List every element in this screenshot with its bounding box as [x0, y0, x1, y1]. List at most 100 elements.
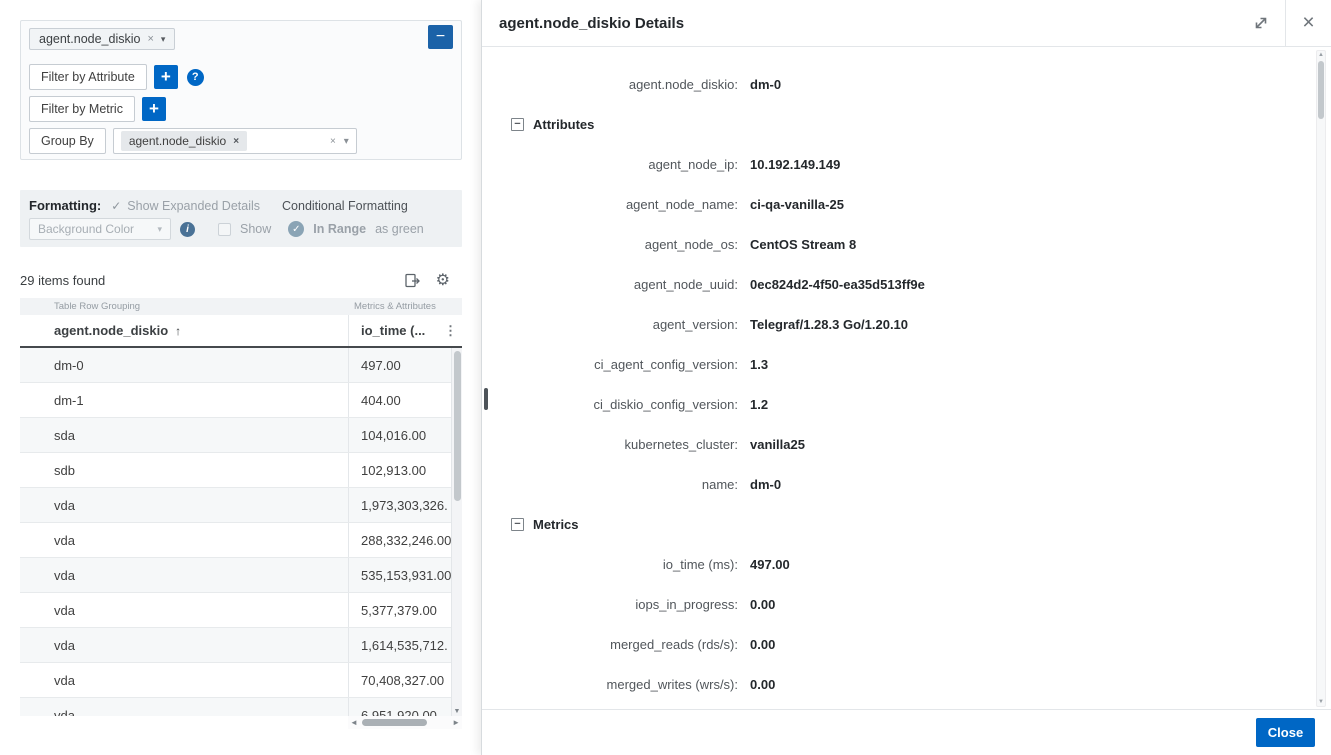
info-icon[interactable]: i — [180, 222, 195, 237]
group-by-chip[interactable]: agent.node_diskio × — [121, 131, 247, 151]
detail-label: name: — [482, 477, 738, 492]
gear-icon: ⚙ — [436, 270, 450, 290]
table-row[interactable]: vda1,614,535,712. — [20, 628, 462, 663]
column-header-grouping[interactable]: agent.node_diskio ↑ — [20, 315, 348, 346]
detail-value: 0.00 — [750, 637, 775, 652]
column-header-io-time[interactable]: io_time (... ⋮ — [348, 315, 462, 346]
row-value-cell: 288,332,246.00 — [348, 523, 462, 557]
show-expanded-details-toggle[interactable]: Show Expanded Details — [127, 199, 260, 213]
group-by-chip-label: agent.node_diskio — [129, 134, 226, 148]
attributes-section-header[interactable]: − Attributes — [482, 104, 1331, 144]
row-group-cell: vda — [20, 523, 348, 557]
table-row[interactable]: vda70,408,327.00 — [20, 663, 462, 698]
horizontal-scroll-thumb[interactable] — [362, 719, 427, 726]
chevron-down-icon: ▾ — [157, 224, 162, 235]
table-settings-button[interactable]: ⚙ — [436, 270, 450, 290]
collapse-query-button[interactable]: − — [428, 25, 453, 49]
details-panel: agent.node_diskio Details × agent.node_d… — [481, 0, 1331, 755]
collapse-section-icon[interactable]: − — [511, 518, 524, 531]
sort-ascending-icon[interactable]: ↑ — [175, 324, 181, 338]
detail-row: iops_in_progress:0.00 — [482, 584, 1331, 624]
table-row[interactable]: vda6,951,920.00 — [20, 698, 462, 716]
query-results-pane: agent.node_diskio × ▾ − Filter by Attrib… — [0, 0, 481, 755]
detail-label: agent_version: — [482, 317, 738, 332]
scroll-right-icon[interactable]: ► — [450, 718, 462, 727]
table-row[interactable]: vda5,377,379.00 — [20, 593, 462, 628]
results-summary-row: 29 items found ⚙ — [20, 270, 462, 290]
table-horizontal-scrollbar[interactable]: ◄ ► — [348, 716, 462, 729]
scroll-down-icon[interactable]: ▼ — [452, 708, 462, 715]
row-group-cell: sda — [20, 418, 348, 452]
show-checkbox[interactable] — [218, 223, 231, 236]
detail-row: agent_node_ip:10.192.149.149 — [482, 144, 1331, 184]
details-scrollbar-thumb[interactable] — [1318, 61, 1324, 119]
attributes-section-title: Attributes — [533, 117, 594, 132]
items-found-count: 29 items found — [20, 273, 404, 288]
entity-type-chip-label: agent.node_diskio — [39, 32, 140, 46]
table-vertical-scrollbar[interactable]: ▼ — [451, 348, 462, 716]
app-root: agent.node_diskio × ▾ − Filter by Attrib… — [0, 0, 1331, 755]
detail-row: ci_agent_config_version:1.3 — [482, 344, 1331, 384]
table-row[interactable]: vda535,153,931.00 — [20, 558, 462, 593]
horizontal-scroll-track[interactable] — [360, 718, 450, 727]
detail-row: io_time (ms):497.00 — [482, 544, 1331, 584]
formatting-label: Formatting: — [29, 198, 101, 213]
detail-value: ci-qa-vanilla-25 — [750, 197, 844, 212]
chevron-down-icon[interactable]: ▾ — [344, 136, 349, 147]
detail-value: 10.192.149.149 — [750, 157, 840, 172]
help-icon[interactable]: ? — [187, 69, 204, 86]
export-csv-button[interactable] — [404, 272, 421, 289]
table-row[interactable]: dm-1404.00 — [20, 383, 462, 418]
scroll-left-icon[interactable]: ◄ — [348, 718, 360, 727]
row-value-cell: 404.00 — [348, 383, 462, 417]
row-value-cell: 70,408,327.00 — [348, 663, 462, 697]
detail-label: agent_node_name: — [482, 197, 738, 212]
detail-value: 0ec824d2-4f50-ea35d513ff9e — [750, 277, 925, 292]
metrics-section-header[interactable]: − Metrics — [482, 504, 1331, 544]
remove-group-by-chip-icon[interactable]: × — [233, 136, 239, 147]
collapse-section-icon[interactable]: − — [511, 118, 524, 131]
row-value-cell: 497.00 — [348, 348, 462, 382]
add-attribute-filter-button[interactable]: + — [154, 65, 178, 89]
table-vertical-scrollbar-thumb[interactable] — [454, 351, 461, 501]
show-checkbox-label: Show — [240, 222, 271, 236]
as-green-label: as green — [375, 222, 424, 236]
column-menu-icon[interactable]: ⋮ — [444, 323, 457, 339]
detail-row: merged_reads (rds/s):0.00 — [482, 624, 1331, 664]
metrics-section-title: Metrics — [533, 517, 579, 532]
row-group-cell: dm-0 — [20, 348, 348, 382]
filter-by-metric-button[interactable]: Filter by Metric — [29, 96, 135, 122]
close-button[interactable]: Close — [1256, 718, 1315, 747]
check-icon: ✓ — [111, 199, 121, 213]
details-vertical-scrollbar[interactable]: ▲ ▼ — [1316, 50, 1326, 707]
row-group-cell: vda — [20, 628, 348, 662]
detail-value: dm-0 — [750, 77, 781, 92]
conditional-formatting-label[interactable]: Conditional Formatting — [282, 199, 408, 213]
scroll-up-icon[interactable]: ▲ — [1317, 52, 1325, 58]
entity-type-chip[interactable]: agent.node_diskio × ▾ — [29, 28, 175, 50]
detail-label: agent_node_uuid: — [482, 277, 738, 292]
clear-group-by-icon[interactable]: × — [330, 136, 336, 147]
group-by-button[interactable]: Group By — [29, 128, 106, 154]
in-range-check-icon[interactable]: ✓ — [288, 221, 304, 237]
table-band-header: Table Row Grouping Metrics & Attributes — [20, 298, 462, 315]
table-row[interactable]: sdb102,913.00 — [20, 453, 462, 488]
background-color-select[interactable]: Background Color ▾ — [29, 218, 171, 240]
scroll-down-icon[interactable]: ▼ — [1317, 699, 1325, 705]
table-row[interactable]: vda288,332,246.00 — [20, 523, 462, 558]
row-value-cell: 5,377,379.00 — [348, 593, 462, 627]
filter-by-attribute-button[interactable]: Filter by Attribute — [29, 64, 147, 90]
table-row[interactable]: sda104,016.00 — [20, 418, 462, 453]
row-group-cell: sdb — [20, 453, 348, 487]
remove-chip-icon[interactable]: × — [147, 33, 153, 45]
add-metric-filter-button[interactable]: + — [142, 97, 166, 121]
expand-panel-button[interactable] — [1237, 0, 1285, 47]
detail-label: ci_diskio_config_version: — [482, 397, 738, 412]
row-value-cell: 1,614,535,712. — [348, 628, 462, 662]
chevron-down-icon[interactable]: ▾ — [161, 34, 166, 45]
table-row[interactable]: dm-0497.00 — [20, 348, 462, 383]
table-row[interactable]: vda1,973,303,326. — [20, 488, 462, 523]
detail-value: 0.00 — [750, 677, 775, 692]
group-by-select[interactable]: agent.node_diskio × × ▾ — [113, 128, 357, 154]
close-panel-icon[interactable]: × — [1285, 0, 1331, 47]
